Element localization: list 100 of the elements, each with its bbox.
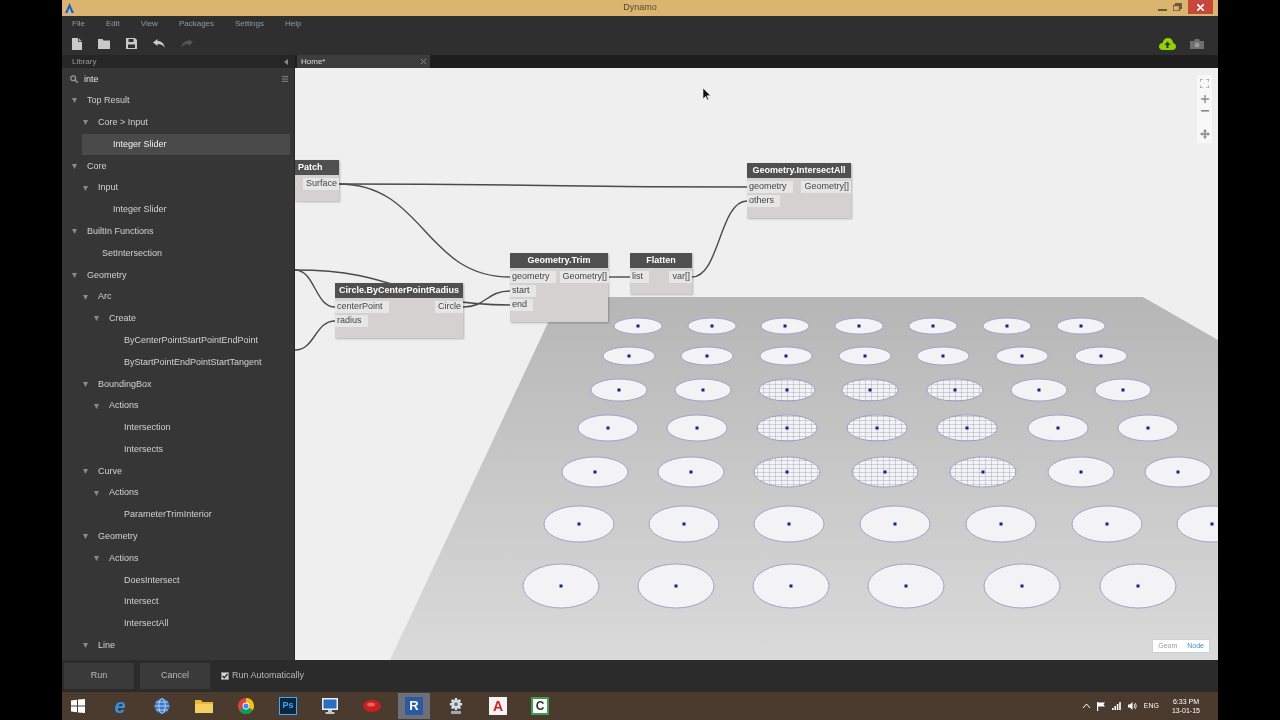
tree-item[interactable]: Line bbox=[70, 634, 290, 657]
tree-item[interactable]: Intersects bbox=[82, 438, 290, 461]
pan-icon[interactable] bbox=[1199, 129, 1210, 139]
menu-item[interactable]: Settings bbox=[235, 18, 264, 30]
tree-item[interactable]: BuiltIn Functions bbox=[70, 220, 290, 243]
cancel-button[interactable]: Cancel bbox=[140, 663, 210, 689]
tree-item[interactable]: ByStartPointEndPointStartTangent bbox=[82, 351, 290, 374]
menu-item[interactable]: File bbox=[72, 18, 85, 30]
tree-item[interactable]: ParameterTrimInterior bbox=[82, 504, 290, 526]
tree-item[interactable]: Top Result bbox=[70, 90, 290, 112]
collapse-icon[interactable] bbox=[284, 58, 288, 65]
run-button[interactable]: Run bbox=[64, 663, 134, 689]
caret-up-icon[interactable] bbox=[1082, 704, 1090, 708]
undo-icon[interactable] bbox=[153, 39, 165, 48]
input-port[interactable]: geometry bbox=[510, 271, 556, 283]
tree-item[interactable]: Core > Input bbox=[70, 111, 290, 134]
menu-item[interactable]: View bbox=[140, 18, 158, 30]
tree-item[interactable]: Arc bbox=[70, 286, 290, 308]
input-port[interactable]: radius bbox=[335, 315, 368, 327]
caret-icon[interactable] bbox=[93, 403, 99, 409]
taskbar-button[interactable]: Ps bbox=[272, 693, 304, 719]
mouse-pointer-icon bbox=[703, 88, 711, 100]
caret-icon[interactable] bbox=[71, 98, 77, 104]
cloud-upload-icon[interactable] bbox=[1159, 37, 1176, 50]
caret-icon[interactable] bbox=[71, 229, 77, 235]
monitor-icon bbox=[322, 698, 338, 714]
caret-icon[interactable] bbox=[71, 163, 77, 169]
caret-icon[interactable] bbox=[82, 294, 88, 300]
caret-icon[interactable] bbox=[82, 185, 88, 191]
input-port[interactable]: geometry bbox=[747, 181, 793, 193]
app-logo-icon bbox=[65, 3, 74, 13]
tree-item[interactable]: Core bbox=[70, 155, 290, 178]
tree-item[interactable]: Geometry bbox=[70, 264, 290, 287]
input-port[interactable]: end bbox=[510, 299, 534, 311]
restore-icon[interactable] bbox=[1173, 3, 1182, 11]
node-title: Geometry.Trim bbox=[510, 253, 608, 268]
caret-icon[interactable] bbox=[93, 316, 99, 322]
tree-item[interactable]: Input bbox=[70, 177, 290, 199]
caret-icon[interactable] bbox=[82, 120, 88, 126]
caret-icon[interactable] bbox=[82, 643, 88, 649]
node[interactable]: Flatten list var[] bbox=[630, 253, 692, 294]
node[interactable]: Patch Surface bbox=[295, 160, 339, 201]
tree-item[interactable]: DoesIntersect bbox=[82, 569, 290, 592]
caret-icon[interactable] bbox=[82, 468, 88, 474]
tree-item[interactable]: Integer Slider bbox=[82, 199, 290, 221]
input-port[interactable]: list bbox=[630, 271, 649, 283]
save-icon[interactable] bbox=[126, 38, 137, 49]
search-field[interactable]: inte bbox=[84, 71, 276, 87]
tree-item[interactable]: BoundingBox bbox=[70, 373, 290, 396]
tree-item[interactable]: Create bbox=[70, 307, 290, 330]
tree-item[interactable]: Actions bbox=[70, 547, 290, 570]
close-icon[interactable] bbox=[421, 59, 426, 64]
globe-icon bbox=[154, 698, 170, 714]
checkbox[interactable] bbox=[221, 672, 229, 680]
new-file-icon[interactable] bbox=[72, 37, 82, 50]
tree-item[interactable]: Curve bbox=[70, 460, 290, 483]
speaker-icon[interactable] bbox=[1127, 702, 1137, 710]
caret-icon[interactable] bbox=[82, 381, 88, 387]
input-port[interactable]: centerPoint bbox=[335, 301, 389, 313]
output-port[interactable]: Geometry[] bbox=[559, 271, 610, 283]
caret-icon[interactable] bbox=[93, 490, 99, 496]
taskbar-button[interactable]: A bbox=[482, 693, 514, 719]
tree-item[interactable]: IntersectAll bbox=[82, 613, 290, 635]
search-icon bbox=[70, 75, 78, 83]
zoom-to-fit-icon[interactable] bbox=[1200, 79, 1209, 88]
tree-item[interactable]: SetIntersection bbox=[82, 242, 290, 265]
output-port[interactable]: Circle bbox=[435, 301, 463, 313]
node[interactable]: Geometry.Trim geometry start end Geometry[] bbox=[510, 253, 608, 322]
camera-icon[interactable] bbox=[1190, 38, 1204, 49]
caret-icon[interactable] bbox=[82, 534, 88, 540]
menu-item[interactable]: Help bbox=[284, 18, 302, 30]
close-button[interactable] bbox=[1188, 0, 1213, 14]
output-port[interactable]: Geometry[] bbox=[801, 181, 851, 193]
tree-item[interactable]: Actions bbox=[70, 482, 290, 505]
tree-item[interactable]: ByCenterPointStartPointEndPoint bbox=[82, 329, 290, 352]
input-port[interactable]: start bbox=[510, 285, 536, 297]
node[interactable]: Geometry.IntersectAll geometry others Geometry[] bbox=[747, 163, 851, 218]
menu-item[interactable]: Edit bbox=[105, 18, 120, 30]
tree-item[interactable]: Geometry bbox=[70, 525, 290, 548]
taskbar-button[interactable]: R bbox=[398, 693, 430, 719]
signal-icon[interactable] bbox=[1111, 702, 1121, 710]
output-port[interactable]: Surface bbox=[302, 178, 339, 190]
caret-icon[interactable] bbox=[71, 272, 77, 278]
flag-icon[interactable] bbox=[1096, 701, 1105, 711]
round-logo-icon bbox=[238, 698, 254, 714]
input-port[interactable]: others bbox=[747, 195, 780, 207]
windows-logo-icon bbox=[71, 699, 85, 713]
output-port[interactable]: var[] bbox=[669, 271, 692, 283]
menu-item[interactable]: Packages bbox=[178, 18, 215, 30]
tree-item[interactable]: Integer Slider bbox=[82, 133, 290, 156]
taskbar-button[interactable]: C bbox=[524, 693, 556, 719]
tree-item[interactable]: Intersect bbox=[82, 591, 290, 614]
folder-icon[interactable] bbox=[98, 38, 110, 49]
document-tab[interactable]: Home* bbox=[297, 55, 430, 68]
node[interactable]: Circle.ByCenterPointRadius centerPoint radius Circle bbox=[335, 283, 463, 338]
tree-item[interactable]: Actions bbox=[70, 395, 290, 417]
caret-icon[interactable] bbox=[93, 556, 99, 562]
zoom-in-icon[interactable] bbox=[1200, 95, 1209, 103]
tree-item[interactable]: Intersection bbox=[82, 416, 290, 439]
list-icon[interactable] bbox=[282, 76, 288, 82]
